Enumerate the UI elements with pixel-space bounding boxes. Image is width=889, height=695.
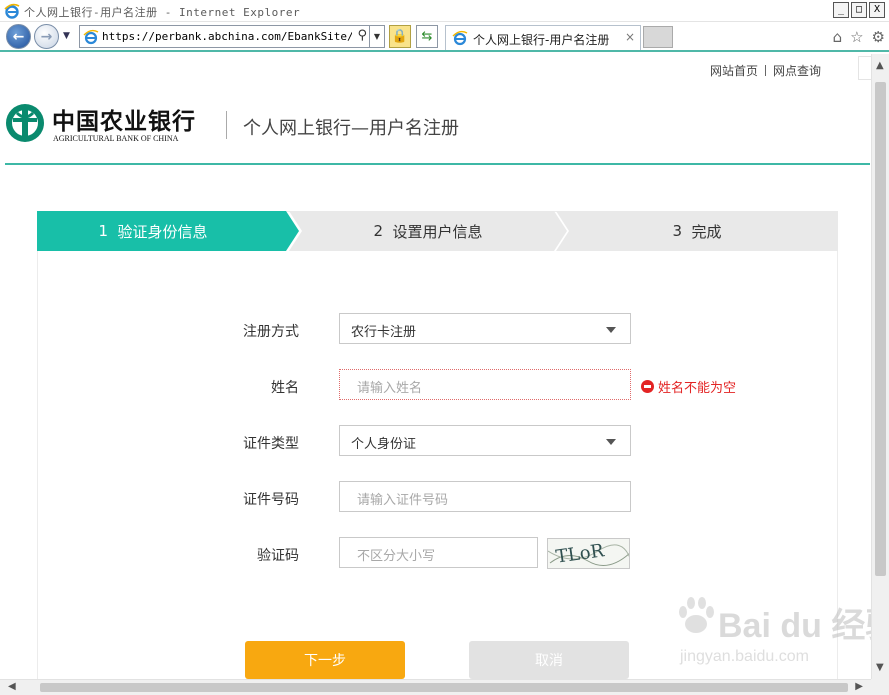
id-number-placeholder: 请输入证件号码	[357, 493, 449, 508]
id-type-value: 个人身份证	[351, 437, 417, 452]
url-host: perbank.abchina.com	[154, 30, 281, 43]
captcha-noise: TLoR	[548, 540, 629, 568]
arrow-left-icon: ←	[12, 28, 25, 45]
step-2-label: 设置用户信息	[392, 222, 483, 241]
address-bar[interactable]: https://perbank.abchina.com/EbankSite/Se…	[79, 25, 385, 48]
id-number-input[interactable]: 请输入证件号码	[339, 481, 631, 512]
id-type-select[interactable]: 个人身份证	[339, 425, 631, 456]
horizontal-scrollbar[interactable]: ◀ ▶	[0, 679, 871, 695]
refresh-icon[interactable]: ⇆	[416, 25, 438, 48]
header-divider	[226, 111, 227, 139]
step-2-number: 2	[373, 222, 383, 240]
link-branch-query[interactable]: 网点查询	[773, 64, 821, 78]
arrow-right-icon: →	[40, 28, 53, 45]
maximize-button[interactable]: □	[851, 2, 867, 18]
bank-name-cn: 中国农业银行	[52, 108, 196, 135]
browser-navbar: ← → ▼ https://perbank.abchina.com/EbankS…	[0, 22, 889, 52]
new-tab-button[interactable]	[643, 26, 673, 48]
ie-logo-icon	[4, 3, 20, 19]
name-error-text: 姓名不能为空	[658, 381, 737, 396]
gear-icon[interactable]: ⚙	[872, 28, 885, 46]
scroll-right-icon[interactable]: ▶	[855, 681, 863, 692]
register-method-value: 农行卡注册	[351, 325, 417, 340]
captcha-image[interactable]: TLoR	[547, 538, 630, 569]
address-url[interactable]: https://perbank.abchina.com/EbankSite/Se…	[102, 30, 352, 43]
name-label: 姓名	[271, 380, 299, 396]
forward-button[interactable]: →	[34, 24, 59, 49]
step-complete: 3 完成	[556, 211, 838, 251]
window-titlebar: 个人网上银行-用户名注册 - Internet Explorer _ □ X	[0, 0, 889, 22]
header-underline	[5, 163, 870, 165]
name-input[interactable]: 请输入姓名	[339, 369, 631, 400]
error-circle-icon	[641, 380, 654, 393]
name-error-message: 姓名不能为空	[641, 377, 736, 396]
link-divider	[764, 65, 766, 76]
vertical-scrollbar[interactable]: ▲ ▼	[871, 54, 889, 679]
ie-tab-icon	[452, 30, 468, 46]
browser-tab[interactable]: 个人网上银行-用户名注册 ×	[445, 25, 641, 50]
step-1-number: 1	[98, 222, 108, 240]
abc-logo-icon	[6, 104, 44, 142]
step-3-label: 完成	[691, 222, 722, 241]
step-3-number: 3	[672, 222, 682, 240]
back-button[interactable]: ←	[6, 24, 31, 49]
scrollbar-corner	[871, 679, 889, 695]
home-icon[interactable]: ⌂	[833, 28, 843, 46]
window-title: 个人网上银行-用户名注册 - Internet Explorer	[24, 6, 301, 19]
vertical-scroll-thumb[interactable]	[875, 82, 886, 576]
next-step-button[interactable]: 下一步	[245, 641, 405, 679]
step-1-label: 验证身份信息	[117, 222, 208, 241]
captcha-label: 验证码	[257, 548, 299, 564]
scroll-left-icon[interactable]: ◀	[8, 681, 16, 692]
chevron-down-icon	[606, 327, 616, 333]
browser-toolbar-icons: ⌂ ☆ ⚙	[833, 28, 885, 46]
tab-title: 个人网上银行-用户名注册	[473, 33, 610, 47]
step-verify-identity: 1 验证身份信息	[37, 211, 299, 251]
step-set-user-info: 2 设置用户信息	[289, 211, 567, 251]
horizontal-scroll-thumb[interactable]	[40, 683, 848, 692]
chevron-down-icon	[606, 439, 616, 445]
top-links: 网站首页 网点查询	[710, 62, 821, 79]
id-number-label: 证件号码	[243, 492, 299, 508]
close-tab-icon[interactable]: ×	[625, 30, 635, 44]
watermark-text: Bai du 经验	[718, 607, 871, 645]
favorites-star-icon[interactable]: ☆	[850, 28, 863, 46]
id-type-label: 证件类型	[243, 436, 299, 452]
captcha-placeholder: 不区分大小写	[357, 549, 436, 564]
paw-icon	[679, 597, 714, 633]
ie-page-icon	[83, 29, 99, 45]
baidu-watermark: Bai du 经验 jingyan.baidu.com	[676, 594, 871, 674]
lock-icon[interactable]: 🔒	[389, 25, 411, 48]
name-placeholder: 请输入姓名	[357, 381, 423, 396]
watermark-url: jingyan.baidu.com	[680, 648, 809, 665]
cancel-button[interactable]: 取消	[469, 641, 629, 679]
url-scheme: https://	[102, 30, 155, 43]
register-method-label: 注册方式	[243, 324, 299, 340]
register-method-select[interactable]: 农行卡注册	[339, 313, 631, 344]
page-title: 个人网上银行—用户名注册	[243, 118, 459, 139]
url-path: /EbankSite/Sel	[280, 30, 352, 43]
scroll-down-icon[interactable]: ▼	[876, 662, 884, 673]
page-viewport: 网站首页 网点查询 中国农业银行 AGRICULTURAL BANK OF CHI…	[0, 54, 871, 679]
captcha-input[interactable]: 不区分大小写	[339, 537, 538, 568]
minimize-button[interactable]: _	[833, 2, 849, 18]
address-dropdown-icon[interactable]: ▼	[369, 26, 384, 47]
history-dropdown-icon[interactable]: ▼	[63, 31, 70, 41]
window-controls: _ □ X	[833, 2, 885, 18]
captcha-text: TLoR	[555, 540, 606, 568]
search-icon[interactable]: ⚲	[357, 28, 367, 43]
close-window-button[interactable]: X	[869, 2, 885, 18]
top-right-box	[858, 56, 871, 80]
scroll-up-icon[interactable]: ▲	[876, 60, 884, 71]
bank-name-en: AGRICULTURAL BANK OF CHINA	[53, 134, 179, 143]
link-home[interactable]: 网站首页	[710, 64, 758, 78]
